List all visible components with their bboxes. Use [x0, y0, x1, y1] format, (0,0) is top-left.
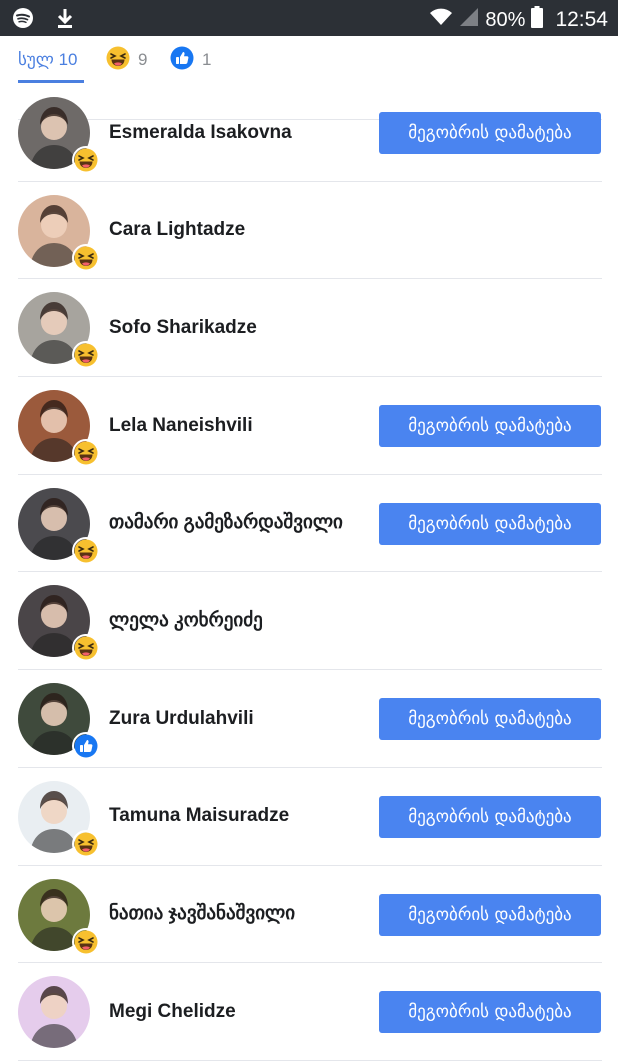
- haha-reaction-icon: [106, 46, 130, 75]
- like-reaction-icon: [72, 732, 100, 761]
- add-friend-button[interactable]: მეგობრის დამატება: [379, 991, 601, 1034]
- add-friend-button[interactable]: მეგობრის დამატება: [379, 698, 601, 741]
- download-icon: [56, 7, 74, 34]
- tab-haha[interactable]: 9: [106, 36, 147, 84]
- clock: 12:54: [555, 8, 608, 31]
- list-item: Sofo Sharikadze: [0, 279, 618, 378]
- reaction-tabs: სულ 10 9 1: [0, 36, 618, 120]
- person-name[interactable]: Zura Urdulahvili: [109, 670, 364, 767]
- active-tab-indicator: [18, 80, 84, 83]
- tab-all[interactable]: სულ 10: [18, 36, 78, 84]
- spotify-icon: [12, 7, 34, 34]
- reactions-list: Esmeralda Isakovna მეგობრის დამატება Cara …: [0, 84, 618, 1061]
- add-friend-button[interactable]: მეგობრის დამატება: [379, 795, 601, 838]
- tab-haha-count: 9: [138, 50, 148, 69]
- add-friend-button[interactable]: მეგობრის დამატება: [379, 405, 601, 448]
- list-item: Lela Naneishvili მეგობრის დამატება: [0, 377, 618, 475]
- haha-reaction-icon: [72, 243, 100, 272]
- person-name[interactable]: თამარი გამეზარდაშვილი: [109, 475, 364, 572]
- haha-reaction-icon: [72, 536, 100, 565]
- person-name[interactable]: Cara Lightadze: [109, 182, 364, 279]
- add-friend-button[interactable]: მეგობრის დამატება: [379, 112, 601, 154]
- list-item: Megi Chelidze მეგობრის დამატება: [0, 963, 618, 1061]
- person-name[interactable]: Esmeralda Isakovna: [109, 84, 364, 181]
- haha-reaction-icon: [72, 634, 100, 663]
- avatar[interactable]: [18, 976, 90, 1049]
- haha-reaction-icon: [72, 829, 100, 858]
- like-reaction-icon: [170, 46, 194, 75]
- signal-icon: [459, 7, 479, 33]
- list-item: Zura Urdulahvili მეგობრის დამატება: [0, 670, 618, 768]
- list-item: ნათია ჯავშანაშვილი მეგობრის დამატება: [0, 866, 618, 964]
- status-bar: 80% 12:54: [0, 0, 618, 36]
- person-name[interactable]: Megi Chelidze: [109, 963, 364, 1060]
- haha-reaction-icon: [72, 439, 100, 468]
- haha-reaction-icon: [72, 146, 100, 174]
- list-item: Cara Lightadze: [0, 182, 618, 280]
- list-item: Tamuna Maisuradze მეგობრის დამატება: [0, 768, 618, 866]
- add-friend-button[interactable]: მეგობრის დამატება: [379, 502, 601, 545]
- list-item: ლელა კოხრეიძე: [0, 572, 618, 671]
- haha-reaction-icon: [72, 927, 100, 956]
- tab-like[interactable]: 1: [170, 36, 211, 84]
- person-name[interactable]: ლელა კოხრეიძე: [109, 572, 364, 669]
- battery-percent: 80%: [485, 8, 526, 31]
- tab-all-label: სულ 10: [18, 50, 78, 69]
- person-name[interactable]: Lela Naneishvili: [109, 377, 364, 474]
- battery-icon: [531, 6, 544, 34]
- wifi-icon: [429, 7, 453, 33]
- haha-reaction-icon: [72, 341, 100, 370]
- add-friend-button[interactable]: მეგობრის დამატება: [379, 893, 601, 936]
- person-name[interactable]: Tamuna Maisuradze: [109, 768, 364, 865]
- person-name[interactable]: Sofo Sharikadze: [109, 279, 364, 376]
- list-item: თამარი გამეზარდაშვილი მეგობრის დამატება: [0, 475, 618, 573]
- list-item: Esmeralda Isakovna მეგობრის დამატება: [0, 84, 618, 182]
- tab-like-count: 1: [202, 50, 212, 69]
- person-name[interactable]: ნათია ჯავშანაშვილი: [109, 866, 364, 963]
